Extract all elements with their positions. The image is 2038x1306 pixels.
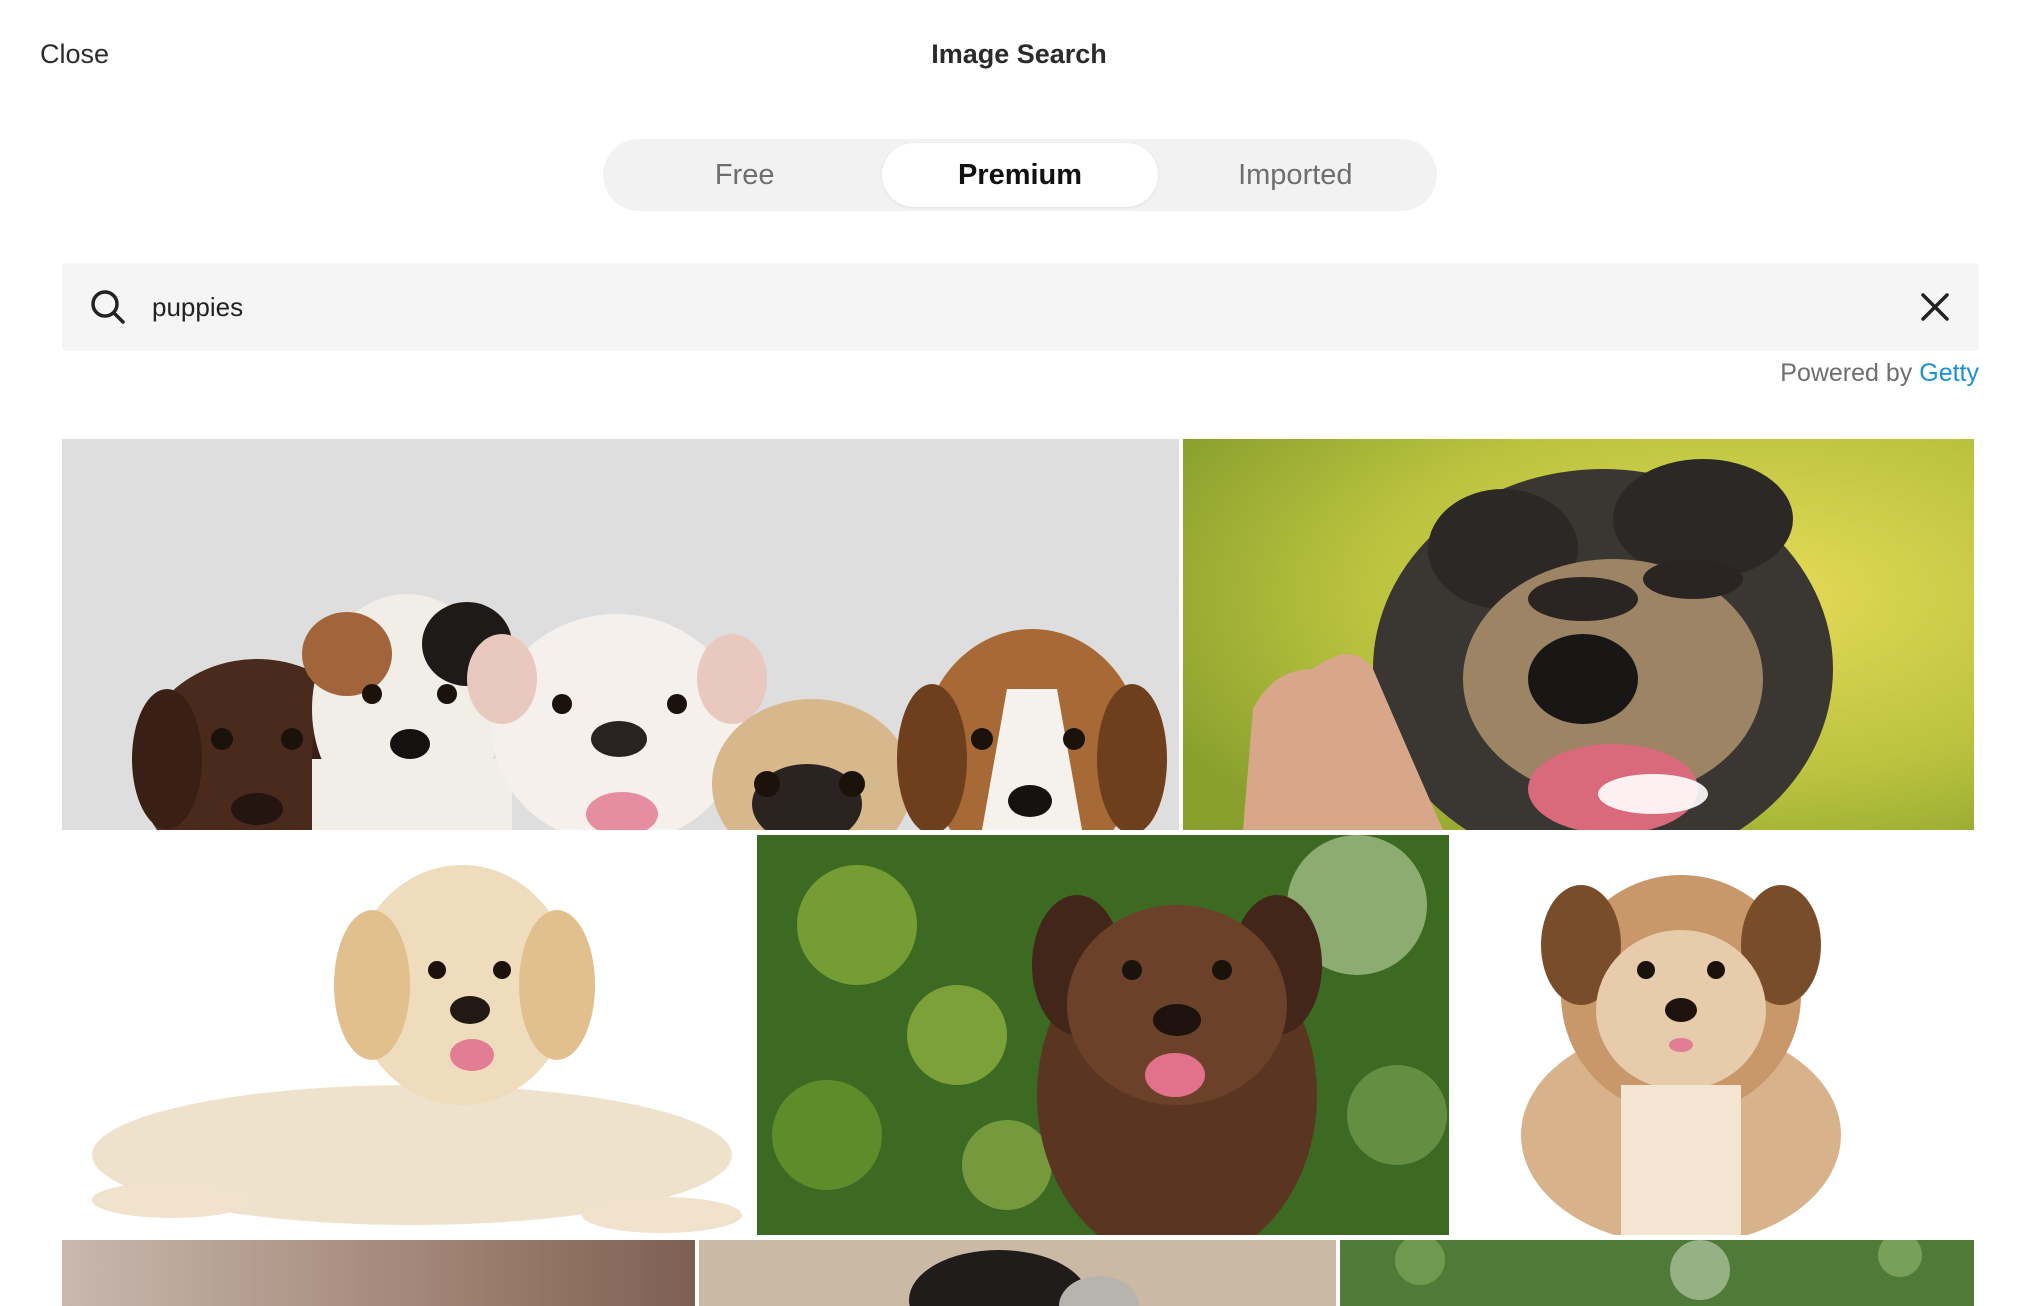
result-image[interactable]	[757, 835, 1449, 1235]
brown-puppy-photo	[757, 835, 1449, 1235]
attribution-prefix: Powered by	[1780, 359, 1913, 387]
result-image[interactable]	[1451, 835, 1974, 1235]
dog-petted-photo	[1183, 439, 1974, 830]
result-image[interactable]	[1183, 439, 1974, 830]
golden-puppy-photo	[62, 835, 755, 1235]
getty-link[interactable]: Getty	[1919, 359, 1979, 387]
result-photo-partial	[62, 1240, 695, 1306]
image-search-dialog: Close Image Search Free Premium Imported…	[0, 0, 2038, 1306]
fluffy-puppy-photo	[1451, 835, 1974, 1235]
result-image[interactable]	[62, 835, 755, 1235]
result-image[interactable]	[1340, 1240, 1974, 1306]
result-photo-partial	[1340, 1240, 1974, 1306]
tab-free[interactable]: Free	[607, 143, 882, 207]
puppies-group-photo	[62, 439, 1179, 830]
result-image[interactable]	[699, 1240, 1336, 1306]
source-tabs: Free Premium Imported	[603, 139, 1437, 211]
close-icon[interactable]	[1917, 289, 1953, 325]
search-bar	[62, 263, 1979, 351]
page-title: Image Search	[931, 39, 1107, 69]
tab-premium[interactable]: Premium	[882, 143, 1158, 207]
tab-imported[interactable]: Imported	[1158, 143, 1433, 207]
result-photo-partial	[699, 1240, 1336, 1306]
attribution: Powered by Getty	[1780, 357, 1979, 389]
result-image[interactable]	[62, 1240, 695, 1306]
search-icon	[91, 290, 125, 324]
search-input[interactable]	[150, 263, 1852, 351]
result-image[interactable]	[62, 439, 1179, 830]
